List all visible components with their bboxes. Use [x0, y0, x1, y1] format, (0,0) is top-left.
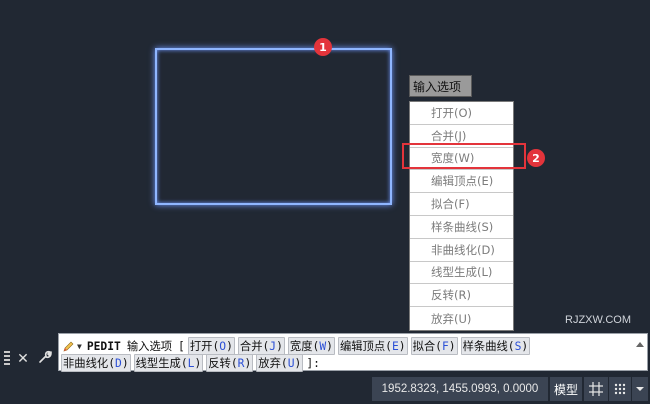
cmd-option-width[interactable]: 宽度(W): [287, 337, 335, 355]
drawing-canvas[interactable]: 1 输入选项 打开(O) 合并(J) 宽度(W) 编辑顶点(E) 拟合(F) 样…: [0, 0, 650, 375]
cmd-option-reverse[interactable]: 反转(R): [206, 354, 254, 372]
command-name: PEDIT: [86, 339, 121, 353]
snap-icon[interactable]: [609, 377, 631, 401]
scroll-up-icon[interactable]: [636, 342, 644, 347]
cmd-option-decurve[interactable]: 非曲线化(D): [61, 354, 131, 372]
cmd-option-join[interactable]: 合并(J): [237, 337, 285, 355]
command-line[interactable]: ▼ PEDIT 输入选项 [ 打开(O) 合并(J) 宽度(W) 编辑顶点(E)…: [58, 333, 648, 372]
command-line-controls: ✕: [0, 345, 58, 372]
command-prompt: 输入选项: [126, 340, 173, 353]
coordinate-readout[interactable]: 1952.8323, 1455.0993, 0.0000: [372, 377, 548, 401]
watermark: RJZXW.COM: [565, 314, 631, 326]
menu-item-spline[interactable]: 样条曲线(S): [410, 216, 513, 239]
command-prompt-suffix: ]:: [306, 356, 320, 370]
recent-commands-arrow-icon[interactable]: ▼: [77, 342, 82, 351]
dynamic-input-menu: 打开(O) 合并(J) 宽度(W) 编辑顶点(E) 拟合(F) 样条曲线(S) …: [409, 101, 514, 331]
dynamic-input-title: 输入选项: [409, 75, 472, 97]
menu-item-edit-vertex[interactable]: 编辑顶点(E): [410, 170, 513, 194]
cmd-option-spline[interactable]: 样条曲线(S): [460, 337, 531, 355]
menu-item-decurve[interactable]: 非曲线化(D): [410, 239, 513, 262]
drag-grip-icon[interactable]: [4, 350, 10, 367]
menu-item-ltype-gen[interactable]: 线型生成(L): [410, 262, 513, 285]
menu-item-reverse[interactable]: 反转(R): [410, 284, 513, 308]
width-option-highlight: [402, 143, 526, 169]
menu-item-fit[interactable]: 拟合(F): [410, 193, 513, 216]
cmd-option-edit-vertex[interactable]: 编辑顶点(E): [337, 337, 408, 355]
close-icon[interactable]: ✕: [14, 351, 32, 367]
callout-badge-2: 2: [527, 149, 545, 167]
grid-icon[interactable]: [584, 377, 608, 401]
cmd-option-fit[interactable]: 拟合(F): [410, 337, 458, 355]
menu-down-icon[interactable]: [632, 377, 648, 401]
callout-badge-1: 1: [314, 38, 332, 56]
cmd-option-ltype-gen[interactable]: 线型生成(L): [133, 354, 204, 372]
pencil-icon: [63, 340, 75, 352]
menu-item-open[interactable]: 打开(O): [410, 102, 513, 125]
menu-item-undo[interactable]: 放弃(U): [410, 307, 513, 330]
cmd-option-undo[interactable]: 放弃(U): [256, 354, 304, 372]
wrench-icon[interactable]: [36, 350, 54, 368]
model-space-button[interactable]: 模型: [550, 377, 582, 401]
option-open-bracket: [: [178, 339, 185, 353]
cmd-option-open[interactable]: 打开(O): [187, 337, 235, 355]
selected-polyline[interactable]: [155, 48, 392, 205]
